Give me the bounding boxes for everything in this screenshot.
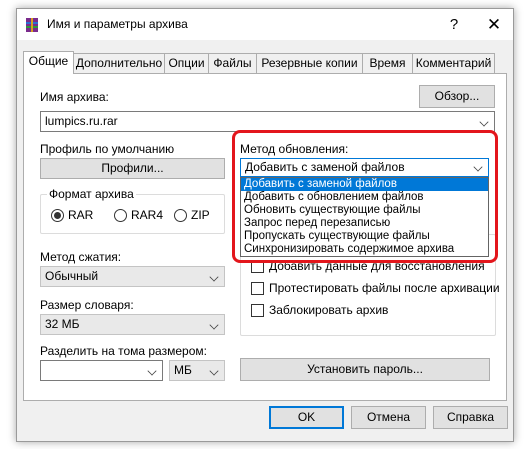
help-button[interactable]: Справка bbox=[433, 406, 508, 429]
archive-dialog: Имя и параметры архива ? ✕ Общие Дополни… bbox=[16, 8, 514, 442]
archive-name-input[interactable]: lumpics.ru.rar bbox=[40, 111, 495, 132]
browse-button[interactable]: Обзор... bbox=[419, 85, 495, 108]
set-password-button[interactable]: Установить пароль... bbox=[240, 358, 490, 381]
chevron-down-icon bbox=[147, 366, 157, 376]
archive-name-value: lumpics.ru.rar bbox=[45, 114, 118, 128]
ok-button[interactable]: OK bbox=[269, 406, 344, 429]
radio-rar4[interactable] bbox=[114, 209, 127, 222]
radio-rar[interactable] bbox=[51, 209, 64, 222]
archive-format-label: Формат архива bbox=[47, 187, 136, 201]
dictionary-select[interactable]: 32 МБ bbox=[40, 314, 225, 335]
lock-archive-label: Заблокировать архив bbox=[269, 303, 389, 317]
cancel-button[interactable]: Отмена bbox=[351, 406, 426, 429]
help-title-button[interactable]: ? bbox=[444, 15, 464, 35]
radio-rar-label: RAR bbox=[68, 208, 94, 222]
radio-rar4-label: RAR4 bbox=[131, 208, 164, 222]
chevron-down-icon bbox=[209, 272, 219, 282]
dictionary-label: Размер словаря: bbox=[40, 298, 134, 312]
checkbox-test-files[interactable] bbox=[251, 282, 264, 295]
tab-time[interactable]: Время bbox=[362, 53, 413, 73]
split-label: Разделить на тома размером: bbox=[40, 344, 207, 358]
tab-general[interactable]: Общие bbox=[23, 51, 74, 74]
winrar-app-icon bbox=[26, 18, 38, 32]
test-files-label: Протестировать файлы после архивации bbox=[269, 281, 500, 295]
archive-format-group: Формат архива RAR RAR4 ZIP bbox=[40, 187, 225, 234]
window-title: Имя и параметры архива bbox=[47, 17, 188, 31]
chevron-down-icon bbox=[209, 320, 219, 330]
dictionary-value: 32 МБ bbox=[45, 317, 80, 331]
chevron-down-icon bbox=[479, 117, 489, 127]
tab-comment[interactable]: Комментарий bbox=[412, 53, 495, 73]
profiles-button[interactable]: Профили... bbox=[40, 158, 225, 179]
profile-label: Профиль по умолчанию bbox=[40, 142, 175, 156]
general-panel: Имя архива: Обзор... lumpics.ru.rar Проф… bbox=[23, 73, 507, 401]
tab-backup[interactable]: Резервные копии bbox=[256, 53, 363, 73]
split-unit-value: МБ bbox=[174, 363, 192, 377]
highlight-annotation bbox=[232, 130, 498, 263]
title-bar: Имя и параметры архива ? ✕ bbox=[17, 9, 513, 40]
radio-zip[interactable] bbox=[174, 209, 187, 222]
compression-select[interactable]: Обычный bbox=[40, 266, 225, 287]
radio-zip-label: ZIP bbox=[191, 208, 210, 222]
split-unit-select[interactable]: МБ bbox=[169, 360, 225, 381]
close-button[interactable]: ✕ bbox=[483, 15, 505, 35]
chevron-down-icon bbox=[209, 366, 219, 376]
tab-files[interactable]: Файлы bbox=[208, 53, 257, 73]
tab-options[interactable]: Опции bbox=[164, 53, 209, 73]
split-size-input[interactable] bbox=[40, 360, 163, 381]
archive-name-label: Имя архива: bbox=[40, 90, 109, 104]
checkbox-lock-archive[interactable] bbox=[251, 304, 264, 317]
tab-advanced[interactable]: Дополнительно bbox=[73, 53, 165, 73]
compression-value: Обычный bbox=[45, 269, 99, 283]
compression-label: Метод сжатия: bbox=[40, 250, 122, 264]
